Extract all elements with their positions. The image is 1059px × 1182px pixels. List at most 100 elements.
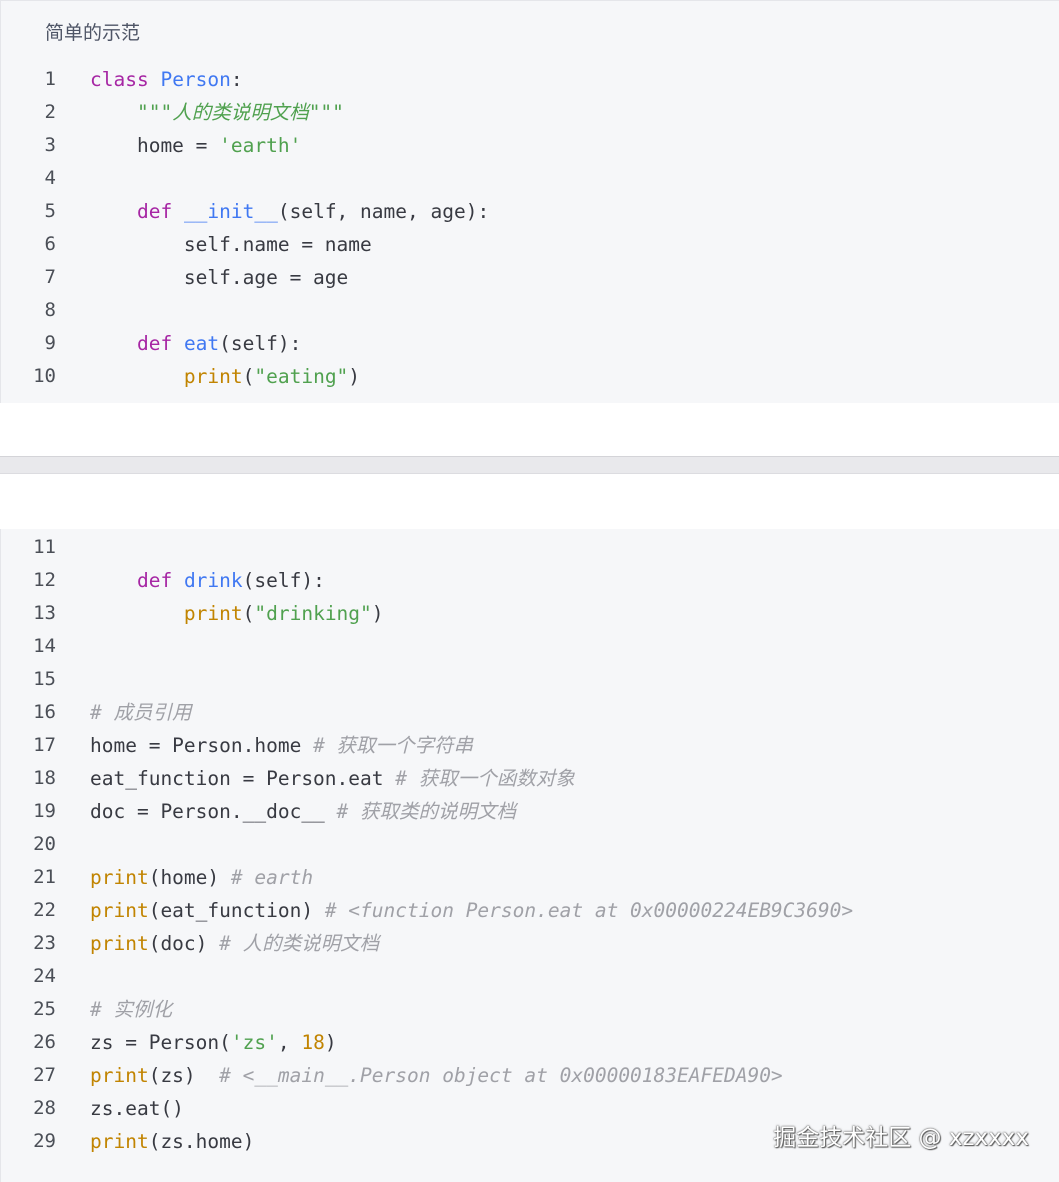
code-block-top: 简单的示范 1 class Person: 2 """人的类说明文档""" 3 hom… [0,0,1059,403]
code-token: 'zs' [230,1031,278,1054]
code-token: def [136,569,184,592]
line-code: home = Person.home # 获取一个字符串 [90,729,473,762]
line-code: print("eating") [90,360,360,393]
code-line: 22 print(eat_function) # <function Person… [1,894,1059,927]
code-token: # 获取一个函数对象 [395,767,575,790]
code-token: zs = Person( [90,1031,231,1054]
code-token: Person [160,68,231,91]
code-line: 13 print("drinking") [1,597,1059,630]
code-token: ) [371,602,384,625]
line-number: 25 [33,998,56,1020]
code-token: print [90,932,149,955]
line-code: # 成员引用 [90,696,191,729]
code-token: # 成员引用 [90,701,192,724]
code-token: (self, name, age): [277,200,490,223]
code-line: 25 # 实例化 [1,993,1059,1026]
code-block-bottom: 11 12 def drink(self): 13 print("drinking"… [0,529,1059,1182]
code-line: 26 zs = Person('zs', 18) [1,1026,1059,1059]
line-number: 15 [33,668,56,690]
code-token: self.age = age [90,266,349,289]
code-token: # 获取类的说明文档 [336,800,517,823]
code-token: ( [242,602,255,625]
line-number: 7 [44,266,56,288]
code-token: "eating" [254,365,349,388]
code-token: : [230,68,243,91]
code-token: def [136,200,184,223]
code-line: 12 def drink(self): [1,564,1059,597]
code-token: 18 [301,1031,325,1054]
line-number: 28 [33,1097,56,1119]
line-number: 26 [33,1031,56,1053]
code-token: home = [90,134,220,157]
code-line: 8 [1,294,1059,327]
code-token: print [90,899,149,922]
code-token: eat_function = Person.eat [90,767,396,790]
code-block-title: 简单的示范 [45,22,141,44]
line-number: 24 [33,965,56,987]
code-token: ( [242,365,255,388]
code-token: self.name = name [90,233,372,256]
code-token: print [183,365,243,388]
line-code: print(eat_function) # <function Person.e… [90,894,853,927]
code-line: 20 [1,828,1059,861]
code-token: # 获取一个字符串 [313,734,474,757]
code-line: 11 [1,531,1059,564]
code-token: # earth [230,866,314,889]
code-token: (self): [242,569,325,592]
code-token: (doc) [148,932,220,955]
code-token: , [277,1031,302,1054]
code-token: "drinking" [254,602,372,625]
code-line: 17 home = Person.home # 获取一个字符串 [1,729,1059,762]
line-number: 2 [44,101,56,123]
code-token: # 实例化 [90,998,172,1021]
line-code: def drink(self): [90,564,325,597]
code-line: 9 def eat(self): [1,327,1059,360]
code-line: 2 """人的类说明文档""" [1,96,1059,129]
code-token: # 人的类说明文档 [219,932,380,955]
line-code: home = 'earth' [90,129,301,162]
line-number: 29 [33,1130,56,1152]
code-line: 10 print("eating") [1,360,1059,393]
section-divider [0,456,1059,474]
line-number: 4 [44,167,56,189]
code-token: # <function Person.eat at 0x00000224EB9C… [324,899,854,922]
line-code: print(doc) # 人的类说明文档 [90,927,379,960]
line-number: 1 [44,68,56,90]
code-line: 27 print(zs) # <__main__.Person object at… [1,1059,1059,1092]
line-code: print("drinking") [90,597,384,630]
line-number: 17 [33,734,56,756]
code-line: 14 [1,630,1059,663]
line-number: 11 [33,536,56,558]
code-line: 1 class Person: [1,63,1059,96]
code-token: 'earth' [219,134,302,157]
code-token: eat [183,332,220,355]
line-code: print(home) # earth [90,861,313,894]
line-number: 20 [33,833,56,855]
code-line: 16 # 成员引用 [1,696,1059,729]
line-code: print(zs) # <__main__.Person object at 0… [90,1059,783,1092]
code-line: 6 self.name = name [1,228,1059,261]
code-token: drink [183,569,243,592]
line-code: self.age = age [90,261,348,294]
code-line: 7 self.age = age [1,261,1059,294]
line-code: def __init__(self, name, age): [90,195,489,228]
code-token: print [183,602,243,625]
line-number: 27 [33,1064,56,1086]
line-number: 21 [33,866,56,888]
code-token: (zs) [148,1064,220,1087]
code-token: (zs.home) [148,1130,255,1153]
code-line: 19 doc = Person.__doc__ # 获取类的说明文档 [1,795,1059,828]
line-code: zs.eat() [90,1092,184,1125]
code-token: print [90,1130,149,1153]
line-number: 5 [44,200,56,222]
line-number: 3 [44,134,56,156]
code-token: (home) [148,866,231,889]
code-line: 23 print(doc) # 人的类说明文档 [1,927,1059,960]
line-code: class Person: [90,63,243,96]
code-token: doc = Person.__doc__ [90,800,337,823]
line-code: eat_function = Person.eat # 获取一个函数对象 [90,762,575,795]
